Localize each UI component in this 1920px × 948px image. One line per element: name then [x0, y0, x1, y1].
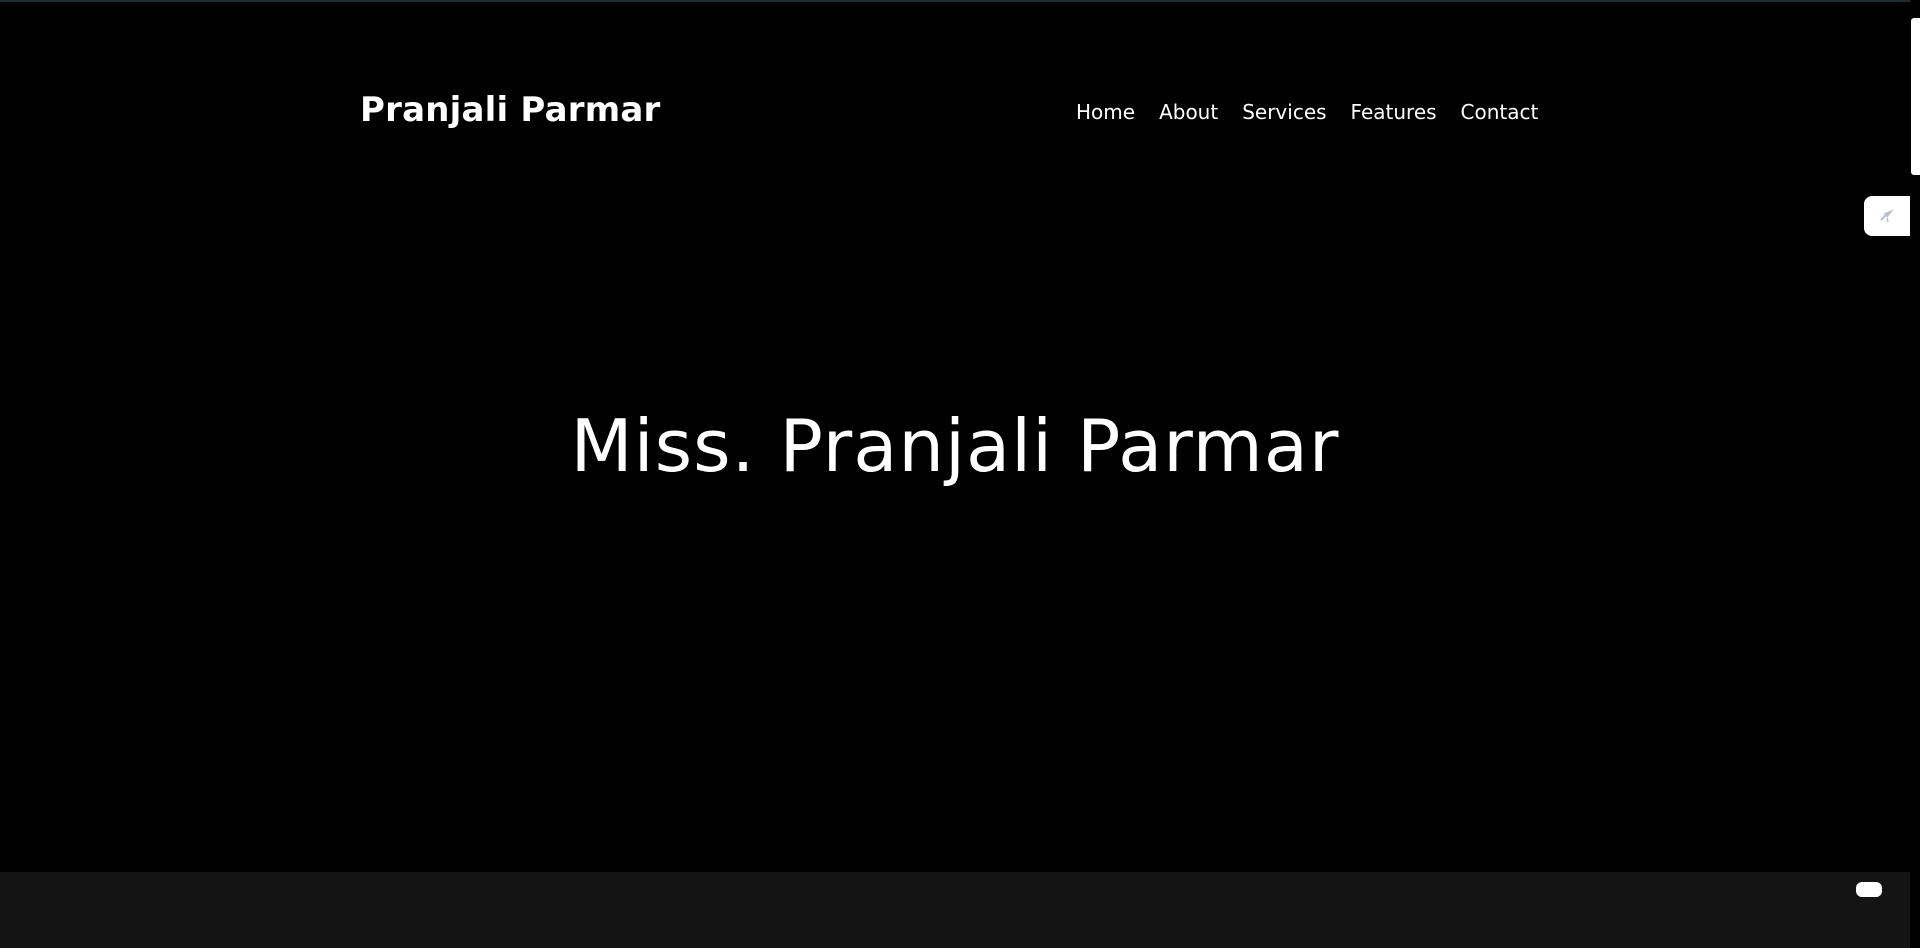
- page: Pranjali Parmar Home About Services Feat…: [0, 0, 1920, 948]
- nav-item-features[interactable]: Features: [1351, 100, 1437, 124]
- nav-item-about[interactable]: About: [1159, 100, 1218, 124]
- nav-item-contact[interactable]: Contact: [1461, 100, 1539, 124]
- side-widget-button[interactable]: [1864, 196, 1910, 236]
- hero-title: Miss. Pranjali Parmar: [570, 404, 1340, 489]
- chat-bubble-icon[interactable]: [1856, 882, 1882, 897]
- top-border: [0, 0, 1920, 2]
- nav-item-home[interactable]: Home: [1076, 100, 1135, 124]
- nav-item-services[interactable]: Services: [1242, 100, 1326, 124]
- brand-logo[interactable]: Pranjali Parmar: [360, 90, 660, 130]
- footer-band: [0, 872, 1910, 948]
- rocket-icon: [1880, 209, 1894, 223]
- scrollbar-thumb[interactable]: [1911, 18, 1920, 175]
- main-nav: Home About Services Features Contact: [1076, 100, 1538, 124]
